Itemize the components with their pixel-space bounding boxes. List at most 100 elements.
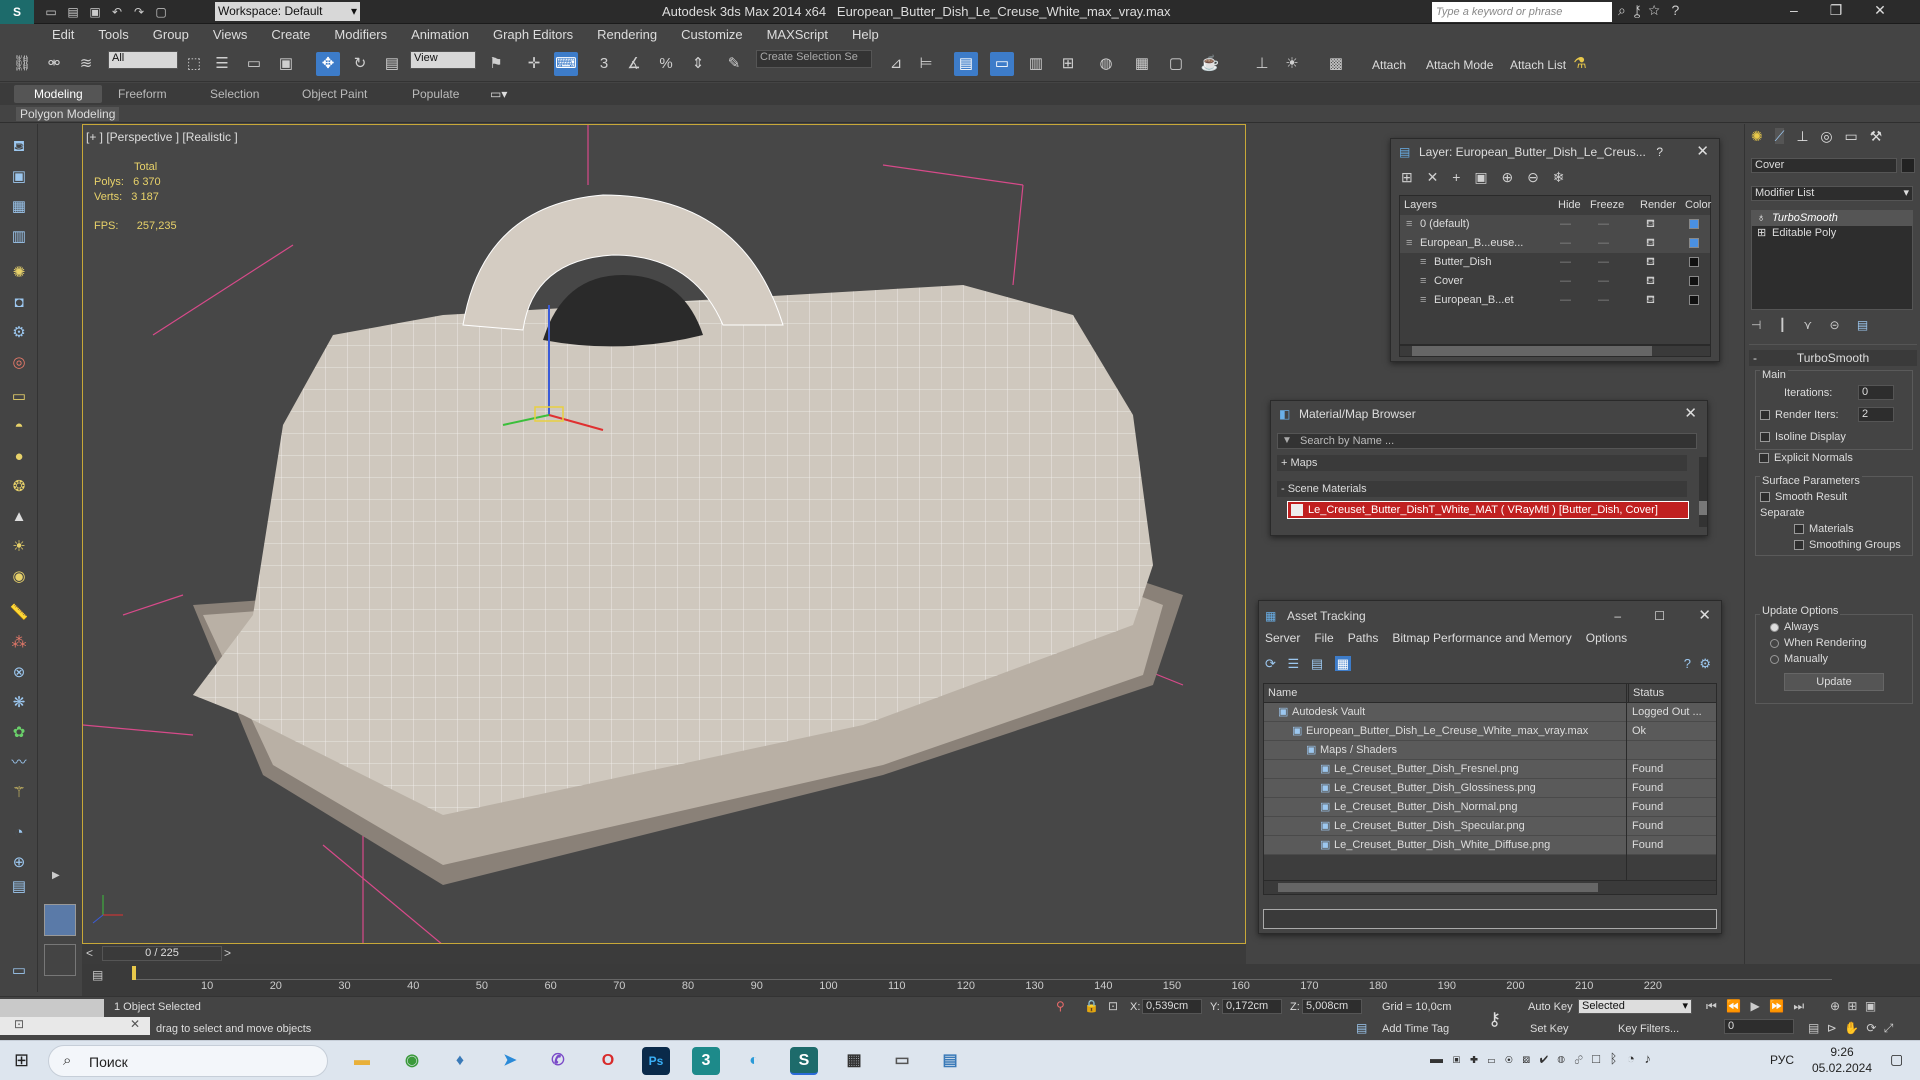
modify-tab-icon[interactable]: ⟋ <box>1774 128 1785 144</box>
when-rendering-radio[interactable] <box>1770 638 1779 648</box>
display-tab-icon[interactable]: ▭ <box>1845 128 1858 144</box>
polygon-modeling-panel[interactable]: Polygon Modeling <box>16 107 120 121</box>
stack-item-editable-poly[interactable]: ⊞ Editable Poly <box>1752 226 1912 241</box>
asset-row[interactable]: ▣ European_Butter_Dish_Le_Creuse_White_ma… <box>1264 722 1716 741</box>
configure-sets-icon[interactable]: ▤ <box>1857 318 1868 332</box>
tab-selection[interactable]: Selection <box>210 87 259 101</box>
list-view-icon[interactable]: ☰ <box>1288 656 1300 671</box>
play-icon[interactable]: ▶ <box>1750 999 1759 1013</box>
asset-row[interactable]: ▣ Le_Creuset_Butter_Dish_Normal.png Found <box>1264 798 1716 817</box>
make-unique-icon[interactable]: ⋎ <box>1803 318 1812 332</box>
freeze-toggle[interactable]: — <box>1598 272 1609 291</box>
navigate-icon[interactable]: ⊕ <box>8 852 30 874</box>
maxscript-field[interactable]: ⊡ ✕ <box>0 1017 150 1035</box>
attach-mode-button[interactable]: Attach Mode <box>1426 58 1493 72</box>
add-time-tag-icon[interactable]: ▤ <box>1356 1021 1367 1035</box>
display-icon[interactable]: ▤ <box>8 876 30 898</box>
asset-path-field[interactable] <box>1263 909 1717 929</box>
show-end-result-icon[interactable]: ┃ <box>1779 318 1786 332</box>
next-key-icon[interactable]: ⏩ <box>1769 999 1784 1013</box>
asset-menu-paths[interactable]: Paths <box>1348 631 1379 645</box>
asset-menu-file[interactable]: File <box>1314 631 1333 645</box>
star-icon[interactable]: ☆ <box>1648 2 1659 18</box>
update-button[interactable]: Update <box>1784 673 1884 691</box>
auto-key-button[interactable]: Auto Key <box>1528 1001 1573 1013</box>
object-color-swatch[interactable] <box>1901 158 1915 173</box>
layer-window-title[interactable]: ▤ Layer: European_Butter_Dish_Le_Creus...… <box>1391 139 1719 165</box>
camera-icon[interactable]: ◘ <box>8 292 30 314</box>
percent-snap-icon[interactable]: % <box>654 52 678 76</box>
zoom-icon[interactable]: ⊕ <box>1830 999 1840 1013</box>
close-icon[interactable]: ✕ <box>1684 401 1697 427</box>
photoshop-icon[interactable]: Ps <box>642 1047 670 1075</box>
unlink-icon[interactable]: ⚮ <box>42 52 66 76</box>
expand-icon[interactable]: ▭ <box>8 960 30 982</box>
asset-row[interactable]: ▣ Le_Creuset_Butter_Dish_Fresnel.png Found <box>1264 760 1716 779</box>
teapot-icon[interactable]: ⛾ <box>8 136 30 158</box>
close-icon[interactable]: ✕ <box>130 1017 140 1031</box>
viber-icon[interactable]: ✆ <box>544 1047 572 1075</box>
pin-stack-icon[interactable]: ⊣ <box>1751 318 1761 332</box>
search-field[interactable]: Type a keyword or phrase <box>1432 2 1612 22</box>
dynamics-icon[interactable]: ❋ <box>8 692 30 714</box>
app-bird-icon[interactable]: ♦ <box>446 1047 474 1075</box>
vray-light-icon[interactable]: ⊥ <box>1250 52 1274 76</box>
redo-icon[interactable]: ↷ <box>130 3 148 21</box>
scene-materials-group[interactable]: - Scene Materials <box>1277 481 1687 497</box>
checker-icon[interactable]: ▩ <box>1324 52 1348 76</box>
layer-help-icon[interactable]: ? <box>1656 139 1663 165</box>
selection-filter-dropdown[interactable]: All <box>108 51 178 69</box>
app-logo-icon[interactable]: S <box>0 0 34 24</box>
viewport-label[interactable]: [+ ] [Perspective ] [Realistic ] <box>86 130 238 144</box>
hierarchy-tab-icon[interactable]: ⊥ <box>1796 128 1808 144</box>
clock-time[interactable]: 9:26 <box>1806 1045 1878 1059</box>
tab-populate[interactable]: Populate <box>412 87 459 101</box>
menu-customize[interactable]: Customize <box>669 24 754 42</box>
asset-row[interactable]: ▣ Le_Creuset_Butter_Dish_Glossiness.png Fo… <box>1264 779 1716 798</box>
close-icon[interactable]: ✕ <box>1696 139 1709 165</box>
select-manipulate-icon[interactable]: ✛ <box>522 52 546 76</box>
tray-box-icon[interactable]: □ <box>1592 1051 1600 1066</box>
select-object-icon[interactable]: ⬚ <box>182 52 206 76</box>
pin-icon[interactable]: ⚲ <box>1056 999 1065 1013</box>
menu-help[interactable]: Help <box>840 24 891 42</box>
keyboard-shortcut-icon[interactable]: ⌨ <box>554 52 578 76</box>
telegram-icon[interactable]: ➤ <box>496 1047 524 1075</box>
menu-create[interactable]: Create <box>259 24 322 42</box>
menu-animation[interactable]: Animation <box>399 24 481 42</box>
notification-icon[interactable]: ▢ <box>1890 1051 1903 1068</box>
close-icon[interactable]: ✕ <box>1874 2 1886 18</box>
vray-sun-icon[interactable]: ☀ <box>1280 52 1304 76</box>
asset-row[interactable]: ▣ Le_Creuset_Butter_Dish_Specular.png Foun… <box>1264 817 1716 836</box>
modifier-list-dropdown[interactable]: Modifier List ▾ <box>1751 186 1913 201</box>
attach-button[interactable]: Attach <box>1372 58 1406 72</box>
render-teapot-icon[interactable]: ⛾ <box>1646 234 1655 253</box>
utilities-tab-icon[interactable]: ⚒ <box>1870 128 1883 144</box>
opera-icon[interactable]: O <box>594 1047 622 1075</box>
box-icon[interactable]: ▣ <box>8 166 30 188</box>
snaps-toggle-icon[interactable]: 3 <box>592 52 616 76</box>
select-layer-icon[interactable]: ▣ <box>1474 169 1487 185</box>
hide-toggle[interactable]: — <box>1560 272 1571 291</box>
stack-item-turbosmooth[interactable]: ♁ TurboSmooth <box>1752 211 1912 226</box>
iterations-spinner[interactable]: 0 <box>1858 385 1894 400</box>
create-tab-icon[interactable]: ✺ <box>1751 128 1763 144</box>
grid-icon[interactable]: ▥ <box>8 226 30 248</box>
restore-icon[interactable]: ❐ <box>1830 2 1843 18</box>
ribbon-options-icon[interactable]: ▭▾ <box>490 87 507 101</box>
asset-row[interactable]: ▣ Maps / Shaders <box>1264 741 1716 760</box>
col-hide[interactable]: Hide <box>1558 196 1581 215</box>
layer-row[interactable]: ≡ Cover — — ⛾ <box>1400 272 1710 291</box>
rect-selection-icon[interactable]: ▭ <box>242 52 266 76</box>
lock-icon[interactable]: 🔒 <box>1084 999 1099 1013</box>
link-icon[interactable]: ⛓ <box>10 52 34 76</box>
binoculars-icon[interactable]: ⌕ <box>1618 2 1626 18</box>
turbosmooth-rollout-header[interactable]: - TurboSmooth <box>1749 350 1917 366</box>
graduation-cap-icon[interactable]: ⚗ <box>1568 52 1592 76</box>
field-of-view-icon[interactable]: ⊳ <box>1827 1021 1837 1035</box>
mirror-icon[interactable]: ⊿ <box>884 52 908 76</box>
panel-icon[interactable]: ▦ <box>8 196 30 218</box>
asset-row[interactable]: ▣ Le_Creuset_Butter_Dish_White_Diffuse.pn… <box>1264 836 1716 855</box>
menu-tools[interactable]: Tools <box>86 24 140 42</box>
table-view-icon[interactable]: ▦ <box>1334 656 1352 671</box>
